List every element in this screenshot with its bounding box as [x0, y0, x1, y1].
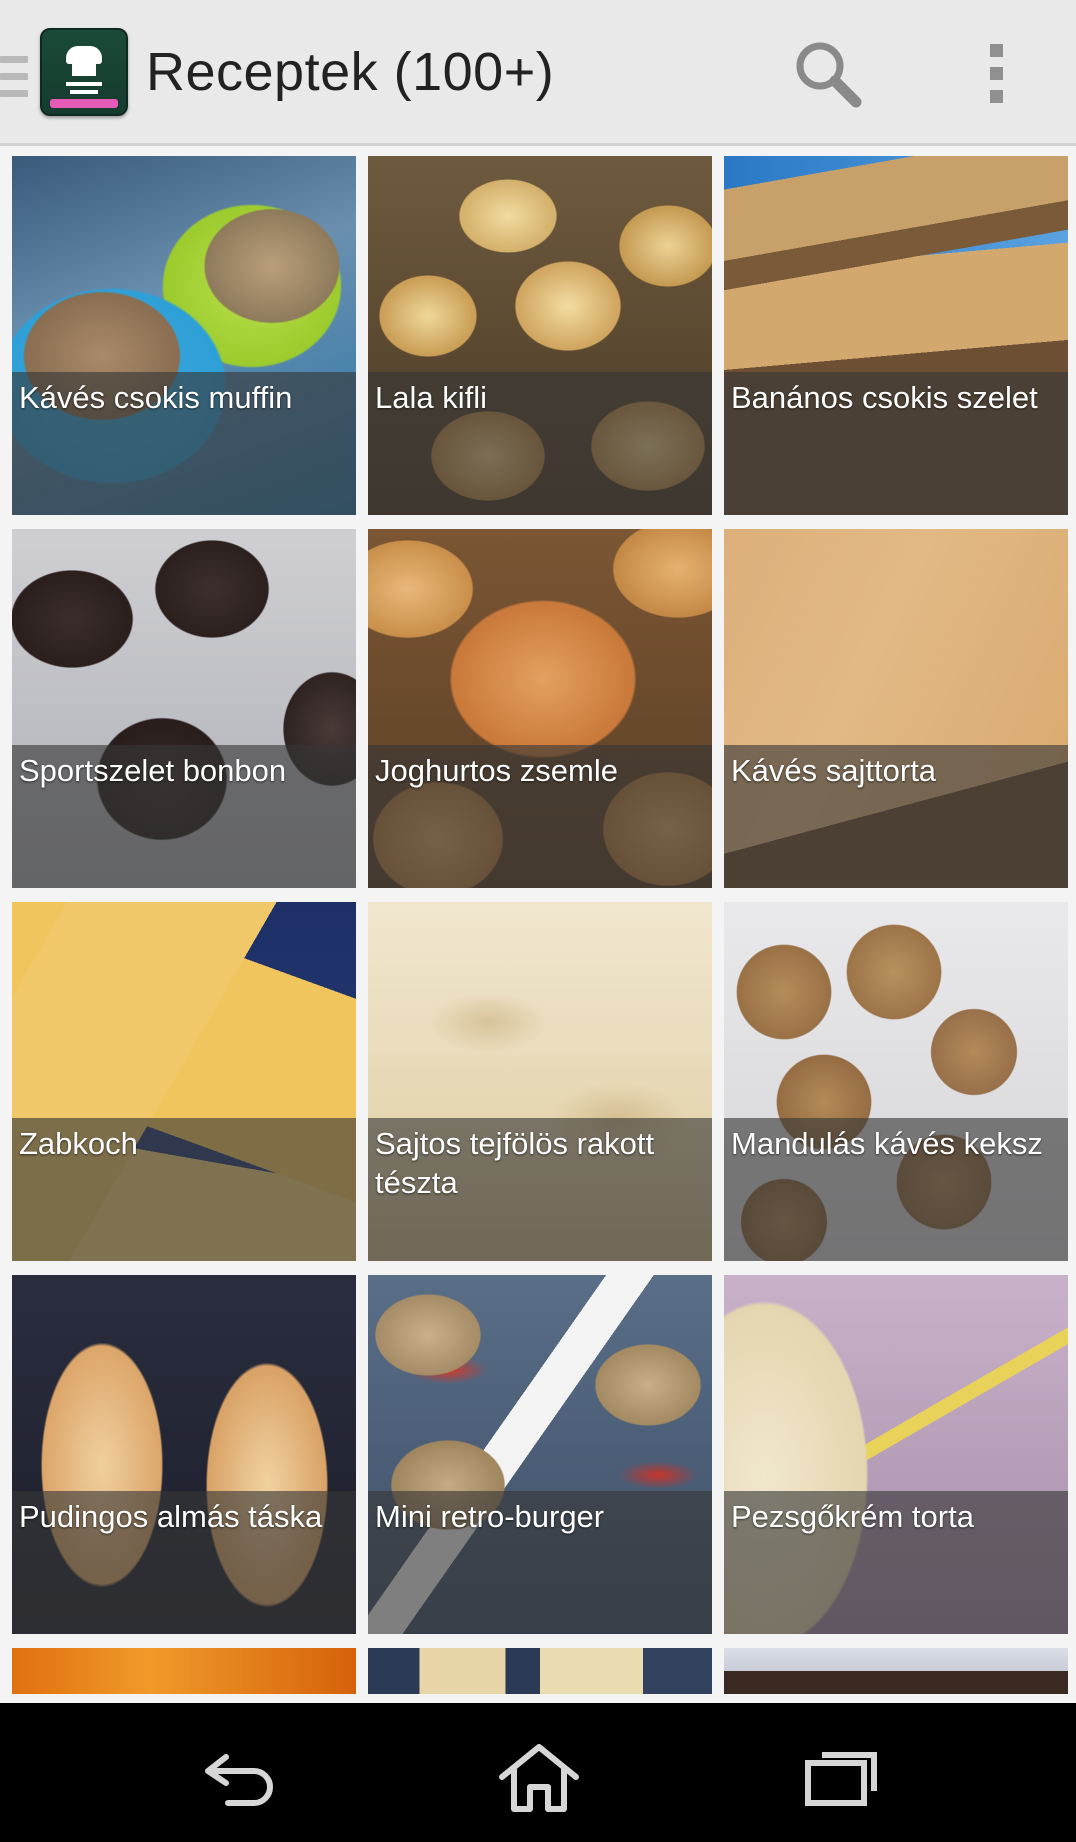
search-icon[interactable] — [790, 36, 864, 110]
recipe-grid: Kávés csokis muffin Lala kifli Banános c… — [0, 156, 1076, 1694]
recipe-tile[interactable]: Mandulás kávés keksz — [724, 902, 1068, 1261]
page-title: Receptek (100+) — [146, 42, 555, 102]
overflow-menu-icon[interactable] — [970, 40, 1022, 108]
recipe-photo — [12, 1648, 356, 1694]
action-bar: Receptek (100+) — [0, 0, 1076, 146]
recipe-tile[interactable] — [724, 1648, 1068, 1694]
recipe-tile[interactable]: Lala kifli — [368, 156, 712, 515]
recipe-tile[interactable]: Sportszelet bonbon — [12, 529, 356, 888]
home-icon[interactable] — [494, 1743, 584, 1813]
recipe-tile[interactable]: Zabkoch — [12, 902, 356, 1261]
recipe-tile[interactable]: Pudingos almás táska — [12, 1275, 356, 1634]
recipe-tile[interactable]: Mini retro-burger — [368, 1275, 712, 1634]
drawer-icon[interactable] — [0, 56, 30, 98]
recipe-title: Mandulás kávés keksz — [731, 1126, 1043, 1161]
back-icon[interactable] — [196, 1743, 286, 1813]
recipe-tile[interactable] — [368, 1648, 712, 1694]
recipe-tile[interactable]: Banános csokis szelet — [724, 156, 1068, 515]
recipe-photo — [724, 1648, 1068, 1694]
recipe-tile[interactable]: Kávés csokis muffin — [12, 156, 356, 515]
recipe-title: Mini retro-burger — [375, 1499, 605, 1534]
recipe-tile[interactable]: Kávés sajttorta — [724, 529, 1068, 888]
recipe-tile[interactable]: Pezsgőkrém torta — [724, 1275, 1068, 1634]
recent-apps-icon[interactable] — [796, 1743, 886, 1813]
recipe-title: Pezsgőkrém torta — [731, 1499, 974, 1534]
recipe-title: Kávés csokis muffin — [19, 380, 293, 415]
recipe-tile[interactable] — [12, 1648, 356, 1694]
recipe-title: Banános csokis szelet — [731, 380, 1038, 415]
system-nav-bar — [0, 1703, 1076, 1842]
recipe-title: Kávés sajttorta — [731, 753, 937, 788]
recipe-tile[interactable]: Sajtos tejfölös rakott tészta — [368, 902, 712, 1261]
recipe-title: Sportszelet bonbon — [19, 753, 287, 788]
recipe-photo — [368, 1648, 712, 1694]
recipe-title: Joghurtos zsemle — [375, 753, 618, 788]
recipe-title: Pudingos almás táska — [19, 1499, 323, 1534]
recipe-title: Lala kifli — [375, 380, 487, 415]
recipe-title: Sajtos tejfölös rakott tészta — [375, 1126, 655, 1200]
app-icon[interactable] — [40, 28, 128, 116]
recipe-tile[interactable]: Joghurtos zsemle — [368, 529, 712, 888]
recipe-title: Zabkoch — [19, 1126, 138, 1161]
